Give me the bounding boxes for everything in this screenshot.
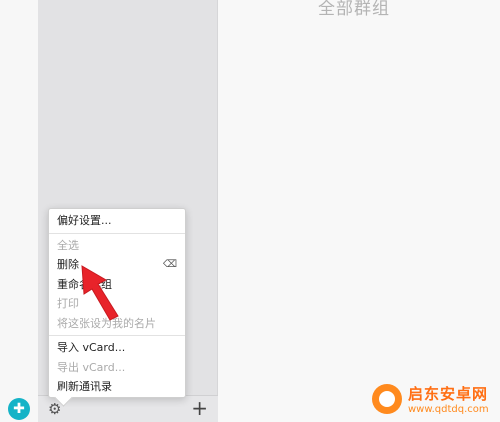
menu-separator — [49, 335, 185, 336]
app-logo-icon[interactable]: ✚ — [8, 398, 30, 420]
main-pane: 全部群组 — [218, 0, 500, 422]
watermark: 启东安卓网 www.qdtdq.com — [370, 380, 500, 422]
watermark-url: www.qdtdq.com — [408, 404, 489, 415]
page-title: 全部群组 — [318, 0, 390, 19]
add-group-button[interactable]: + — [191, 397, 208, 419]
left-strip — [0, 0, 38, 422]
menu-item-select-all[interactable]: 全选 — [49, 236, 185, 256]
menu-item-delete[interactable]: 删除 ⌫ — [49, 255, 185, 275]
menu-separator — [49, 232, 185, 234]
menu-item-rename-group[interactable]: 重命名群组 — [49, 275, 185, 295]
menu-item-print[interactable]: 打印 — [49, 294, 185, 314]
menu-item-preferences[interactable]: 偏好设置... — [49, 211, 185, 231]
menu-item-label: 删除 — [57, 258, 79, 271]
watermark-logo-icon — [372, 384, 402, 414]
menu-item-set-my-card[interactable]: 将这张设为我的名片 — [49, 314, 185, 334]
settings-menu: 偏好设置... 全选 删除 ⌫ 重命名群组 打印 将这张设为我的名片 导入 vC… — [48, 208, 186, 407]
watermark-title: 启东安卓网 — [408, 385, 489, 403]
menu-item-export-vcard[interactable]: 导出 vCard... — [49, 358, 185, 378]
delete-key-icon: ⌫ — [162, 259, 177, 270]
menu-item-import-vcard[interactable]: 导入 vCard... — [49, 338, 185, 358]
